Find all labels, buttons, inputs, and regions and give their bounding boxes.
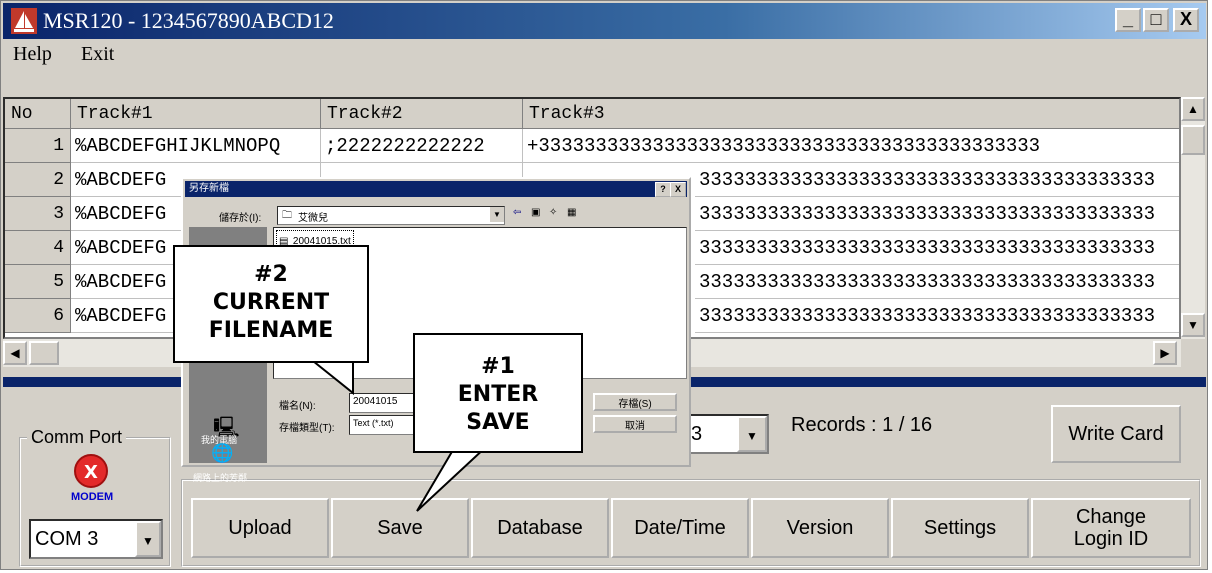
callout-line: #2 xyxy=(254,262,288,287)
callout-line: SAVE xyxy=(466,410,530,435)
callout-line: CURRENT xyxy=(212,290,330,315)
callout-enter-save: #1 ENTER SAVE xyxy=(413,333,583,453)
callout-line: FILENAME xyxy=(208,318,334,343)
callout-current-filename: #2 CURRENT FILENAME xyxy=(173,245,369,363)
main-window: MSR120 - 1234567890ABCD12 _ □ X Help Exi… xyxy=(0,0,1208,570)
callout-pointer-filename xyxy=(310,360,354,396)
callout-line: ENTER xyxy=(457,382,539,407)
callout-line: #1 xyxy=(481,354,515,379)
